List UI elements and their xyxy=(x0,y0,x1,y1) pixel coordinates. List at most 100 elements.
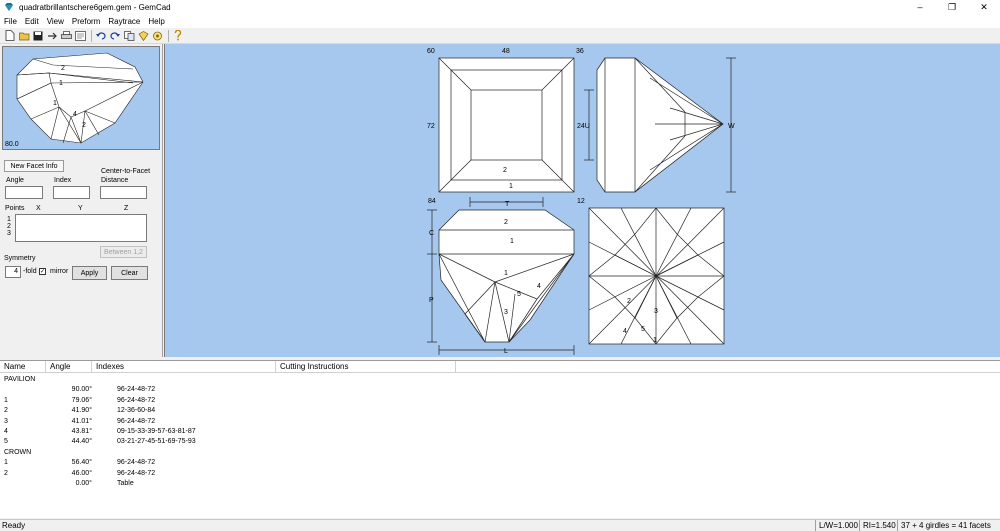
facet-list-header: Name Angle Indexes Cutting Instructions xyxy=(0,361,1000,373)
row-name: PAVILION xyxy=(4,376,36,383)
preform-icon[interactable] xyxy=(137,30,149,42)
row-name: 2 xyxy=(4,407,8,415)
status-ready-text: Ready xyxy=(2,521,26,530)
row-indexes xyxy=(92,375,276,385)
angle-input[interactable] xyxy=(5,186,43,199)
index-marker: 72 xyxy=(427,123,435,130)
new-file-icon[interactable] xyxy=(4,30,16,42)
toolbar-separator xyxy=(91,29,92,42)
row-indexes: 96-24-48-72 xyxy=(117,417,156,425)
new-facet-info-tab[interactable]: New Facet Info xyxy=(4,160,64,172)
open-folder-icon[interactable] xyxy=(18,30,30,42)
index-label: Index xyxy=(54,177,72,184)
menu-view[interactable]: View xyxy=(43,17,68,26)
menu-preform[interactable]: Preform xyxy=(68,17,104,26)
row-indexes: 96-24-48-72 xyxy=(117,396,156,404)
save-icon[interactable] xyxy=(32,30,44,42)
between-button[interactable]: Between 1,2 xyxy=(100,246,147,258)
center-distance-input[interactable] xyxy=(100,186,147,199)
points-grid-input[interactable] xyxy=(15,214,147,242)
close-button[interactable]: ✕ xyxy=(968,0,1000,14)
undo-icon[interactable] xyxy=(95,30,107,42)
title-bar: quadratbrillantschere6gem.gem - GemCad –… xyxy=(0,0,1000,14)
redo-icon[interactable] xyxy=(109,30,121,42)
fold-input[interactable]: 4 xyxy=(5,266,21,278)
print-icon[interactable] xyxy=(60,30,72,42)
table-row[interactable]: 2 46.00° 96-24-48-72 xyxy=(0,469,1000,479)
index-input[interactable] xyxy=(53,186,90,199)
preview-facet-label: 2 xyxy=(82,122,86,129)
table-row[interactable]: 1 79.06° 96-24-48-72 xyxy=(0,396,1000,406)
center-distance-label-2: Distance xyxy=(101,177,129,184)
w-dimension-label: W xyxy=(728,123,735,130)
status-bar: Ready L/W=1.000 RI=1.540 37 + 4 girdles … xyxy=(0,519,1000,531)
gem-preview: 2 1 1 4 2 80.0 xyxy=(2,46,160,150)
row-angle: 44.40° xyxy=(71,438,92,446)
row-name xyxy=(0,385,46,395)
copy-icon[interactable] xyxy=(123,30,135,42)
menu-edit[interactable]: Edit xyxy=(21,17,43,26)
table-row[interactable]: PAVILION xyxy=(0,375,1000,385)
p-dimension-label: P xyxy=(429,297,434,304)
column-header-empty xyxy=(456,361,1000,372)
preview-facet-label: 1 xyxy=(59,80,63,87)
row-name: CROWN xyxy=(4,448,32,456)
row-angle: 0.00° xyxy=(75,479,92,487)
help-icon[interactable] xyxy=(172,30,184,42)
table-row[interactable]: 5 44.40° 03-21-27-45-51-69-75-93 xyxy=(0,437,1000,447)
facet-info-panel: 2 1 1 4 2 80.0 New Facet Info Angle Inde… xyxy=(0,44,163,357)
l-dimension-label: L xyxy=(504,348,508,355)
table-row[interactable]: 90.00° 96-24-48-72 xyxy=(0,385,1000,395)
row-name: 5 xyxy=(4,438,8,446)
row-indexes: Table xyxy=(117,479,134,487)
table-row[interactable]: 3 41.01° 96-24-48-72 xyxy=(0,417,1000,427)
row-name: 1 xyxy=(4,396,8,404)
menu-help[interactable]: Help xyxy=(144,17,168,26)
index-marker: 36 xyxy=(576,48,584,55)
menu-file[interactable]: File xyxy=(0,17,21,26)
table-row[interactable]: 0.00° Table xyxy=(0,479,1000,489)
toolbar xyxy=(0,28,1000,44)
y-label: Y xyxy=(78,205,83,212)
row-indexes: 96-24-48-72 xyxy=(117,469,156,477)
front-facet-label: 2 xyxy=(504,219,508,226)
facet-list[interactable]: Name Angle Indexes Cutting Instructions … xyxy=(0,360,1000,518)
clear-button[interactable]: Clear xyxy=(111,266,148,280)
index-marker: 60 xyxy=(427,48,435,55)
status-facet-count: 37 + 4 girdles = 41 facets xyxy=(897,520,994,531)
menu-raytrace[interactable]: Raytrace xyxy=(104,17,144,26)
preview-angle-readout: 80.0 xyxy=(5,141,19,148)
t-dimension-label: T xyxy=(505,201,510,208)
raytrace-icon[interactable] xyxy=(151,30,163,42)
row-angle: 46.00° xyxy=(71,469,92,477)
print-preview-icon[interactable] xyxy=(74,30,86,42)
front-facet-label: 1 xyxy=(510,238,514,245)
front-facet-label: 5 xyxy=(517,291,521,298)
gem-views-canvas[interactable]: 2 1 60 48 36 72 84 12 24U W T C P L 2 1 … xyxy=(164,44,1000,357)
column-header-indexes[interactable]: Indexes xyxy=(92,361,276,372)
export-icon[interactable] xyxy=(46,30,58,42)
row-indexes: 03-21-27-45-51-69-75-93 xyxy=(117,438,196,446)
maximize-button[interactable]: ❐ xyxy=(936,0,968,14)
column-header-name[interactable]: Name xyxy=(0,361,46,372)
table-row[interactable]: 4 43.81° 09-15-33-39-57-63-81-87 xyxy=(0,427,1000,437)
point-row-label: 3 xyxy=(7,230,11,237)
front-facet-label: 1 xyxy=(504,270,508,277)
column-header-cutting-instructions[interactable]: Cutting Instructions xyxy=(276,361,456,372)
column-header-angle[interactable]: Angle xyxy=(46,361,92,372)
row-angle: 41.90° xyxy=(71,407,92,415)
center-distance-label-1: Center-to-Facet xyxy=(101,168,151,175)
table-row[interactable]: 2 41.90° 12-36-60-84 xyxy=(0,406,1000,416)
minimize-button[interactable]: – xyxy=(904,0,936,14)
bottom-facet-label: 1 xyxy=(653,337,657,344)
fold-label: -fold xyxy=(23,268,37,275)
table-row[interactable]: CROWN xyxy=(0,448,1000,458)
table-row[interactable]: 1 56.40° 96-24-48-72 xyxy=(0,458,1000,468)
apply-button[interactable]: Apply xyxy=(72,266,107,280)
row-indexes: 96-24-48-72 xyxy=(117,459,156,467)
bottom-facet-label: 5 xyxy=(641,326,645,333)
row-angle: 56.40° xyxy=(71,459,92,467)
bottom-facet-label: 2 xyxy=(627,298,631,305)
preview-drawing: 2 1 1 4 2 xyxy=(16,52,144,144)
mirror-checkbox[interactable]: ✓ xyxy=(39,268,46,275)
